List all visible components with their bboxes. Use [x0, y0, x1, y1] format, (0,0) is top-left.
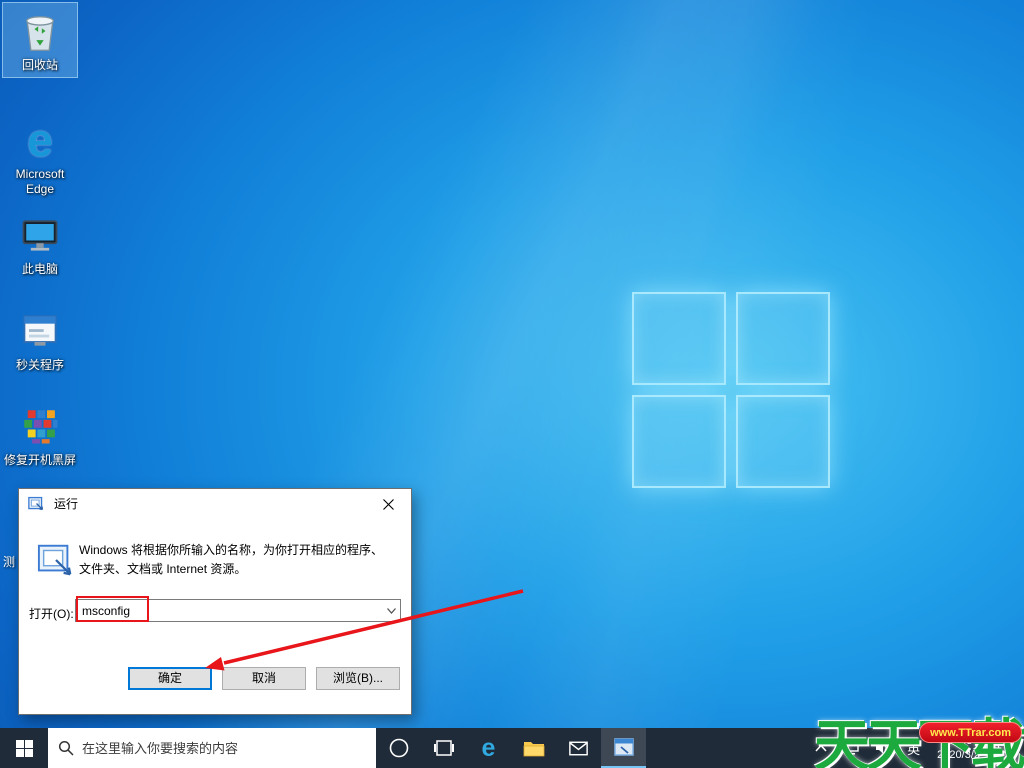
ime-indicator[interactable]: 英 [900, 728, 927, 768]
windows-logo-pane [736, 395, 830, 488]
taskbar: e [0, 728, 1024, 768]
run-dialog: 运行 Windows 将根据你所输入的名称，为你打开相应的程序、文件夹、文档或 … [18, 488, 412, 715]
close-icon[interactable] [365, 489, 411, 519]
clock-date: 2020/3/2 [937, 749, 980, 761]
partial-desktop-icon-label: 测 [3, 555, 16, 569]
desktop-icon-app[interactable]: 秒关程序 [2, 303, 78, 377]
taskbar-spacer [646, 728, 808, 768]
desktop-icon-label: 修复开机黑屏 [4, 453, 77, 467]
taskbar-edge-button[interactable]: e [466, 728, 511, 768]
run-input[interactable] [76, 603, 382, 618]
ok-button[interactable]: 确定 [128, 667, 212, 690]
this-pc-icon [16, 211, 64, 259]
wallpaper-windows-logo [632, 292, 830, 488]
start-button[interactable] [0, 728, 48, 768]
windows-logo-pane [632, 292, 726, 385]
folder-icon [523, 742, 544, 757]
desktop-icon-label: 此电脑 [21, 262, 58, 276]
windows-logo-pane [736, 292, 830, 385]
active-app-window-icon [613, 738, 634, 756]
edge-icon: e [481, 733, 496, 762]
windows-start-icon [15, 739, 33, 757]
pixel-cube-icon [16, 402, 64, 450]
taskbar-search-box[interactable] [48, 728, 376, 768]
cortana-icon [389, 738, 408, 758]
action-center-icon [997, 741, 1013, 756]
open-field-label: 打开(O): [29, 607, 74, 621]
active-app-button[interactable] [601, 728, 646, 768]
search-icon [58, 740, 74, 756]
edge-icon: e [27, 114, 53, 166]
run-dialog-body-icon [37, 544, 72, 576]
desktop-icon-edge[interactable]: e Microsoft Edge [2, 112, 78, 201]
run-dialog-description: Windows 将根据你所输入的名称，为你打开相应的程序、文件夹、文档或 Int… [79, 543, 384, 576]
run-dialog-titlebar[interactable]: 运行 [19, 489, 411, 519]
task-view-icon [433, 740, 454, 756]
file-explorer-button[interactable] [511, 728, 556, 768]
app-window-icon [16, 307, 64, 355]
mail-icon [569, 741, 588, 755]
action-center-button[interactable] [990, 728, 1020, 768]
run-dialog-title: 运行 [54, 497, 79, 511]
desktop-icon-label: Microsoft Edge [15, 167, 65, 196]
chevron-down-icon[interactable] [382, 600, 400, 621]
mail-button[interactable] [556, 728, 601, 768]
run-dialog-icon [28, 496, 44, 511]
desktop-icon-label: 回收站 [21, 58, 58, 72]
desktop-icon-recycle-bin[interactable]: 回收站 [2, 2, 78, 78]
browse-button[interactable]: 浏览(B)... [316, 667, 400, 690]
network-icon[interactable] [836, 728, 866, 768]
system-tray: 英 15:33 2020/3/2 [808, 728, 1024, 768]
tray-chevron-up-icon[interactable] [808, 728, 834, 768]
recycle-bin-icon [16, 7, 64, 55]
search-input[interactable] [82, 740, 366, 756]
taskbar-clock[interactable]: 15:33 2020/3/2 [929, 728, 988, 768]
cortana-button[interactable] [376, 728, 421, 768]
windows-logo-pane [632, 395, 726, 488]
cancel-button[interactable]: 取消 [222, 667, 306, 690]
desktop-icon-fix-blackscreen[interactable]: 修复开机黑屏 [2, 398, 78, 472]
task-view-button[interactable] [421, 728, 466, 768]
clock-time: 15:33 [944, 734, 973, 747]
volume-icon[interactable] [868, 728, 898, 768]
desktop-icon-label: 秒关程序 [15, 358, 64, 372]
run-combobox [75, 599, 401, 622]
desktop-icon-this-pc[interactable]: 此电脑 [2, 207, 78, 281]
